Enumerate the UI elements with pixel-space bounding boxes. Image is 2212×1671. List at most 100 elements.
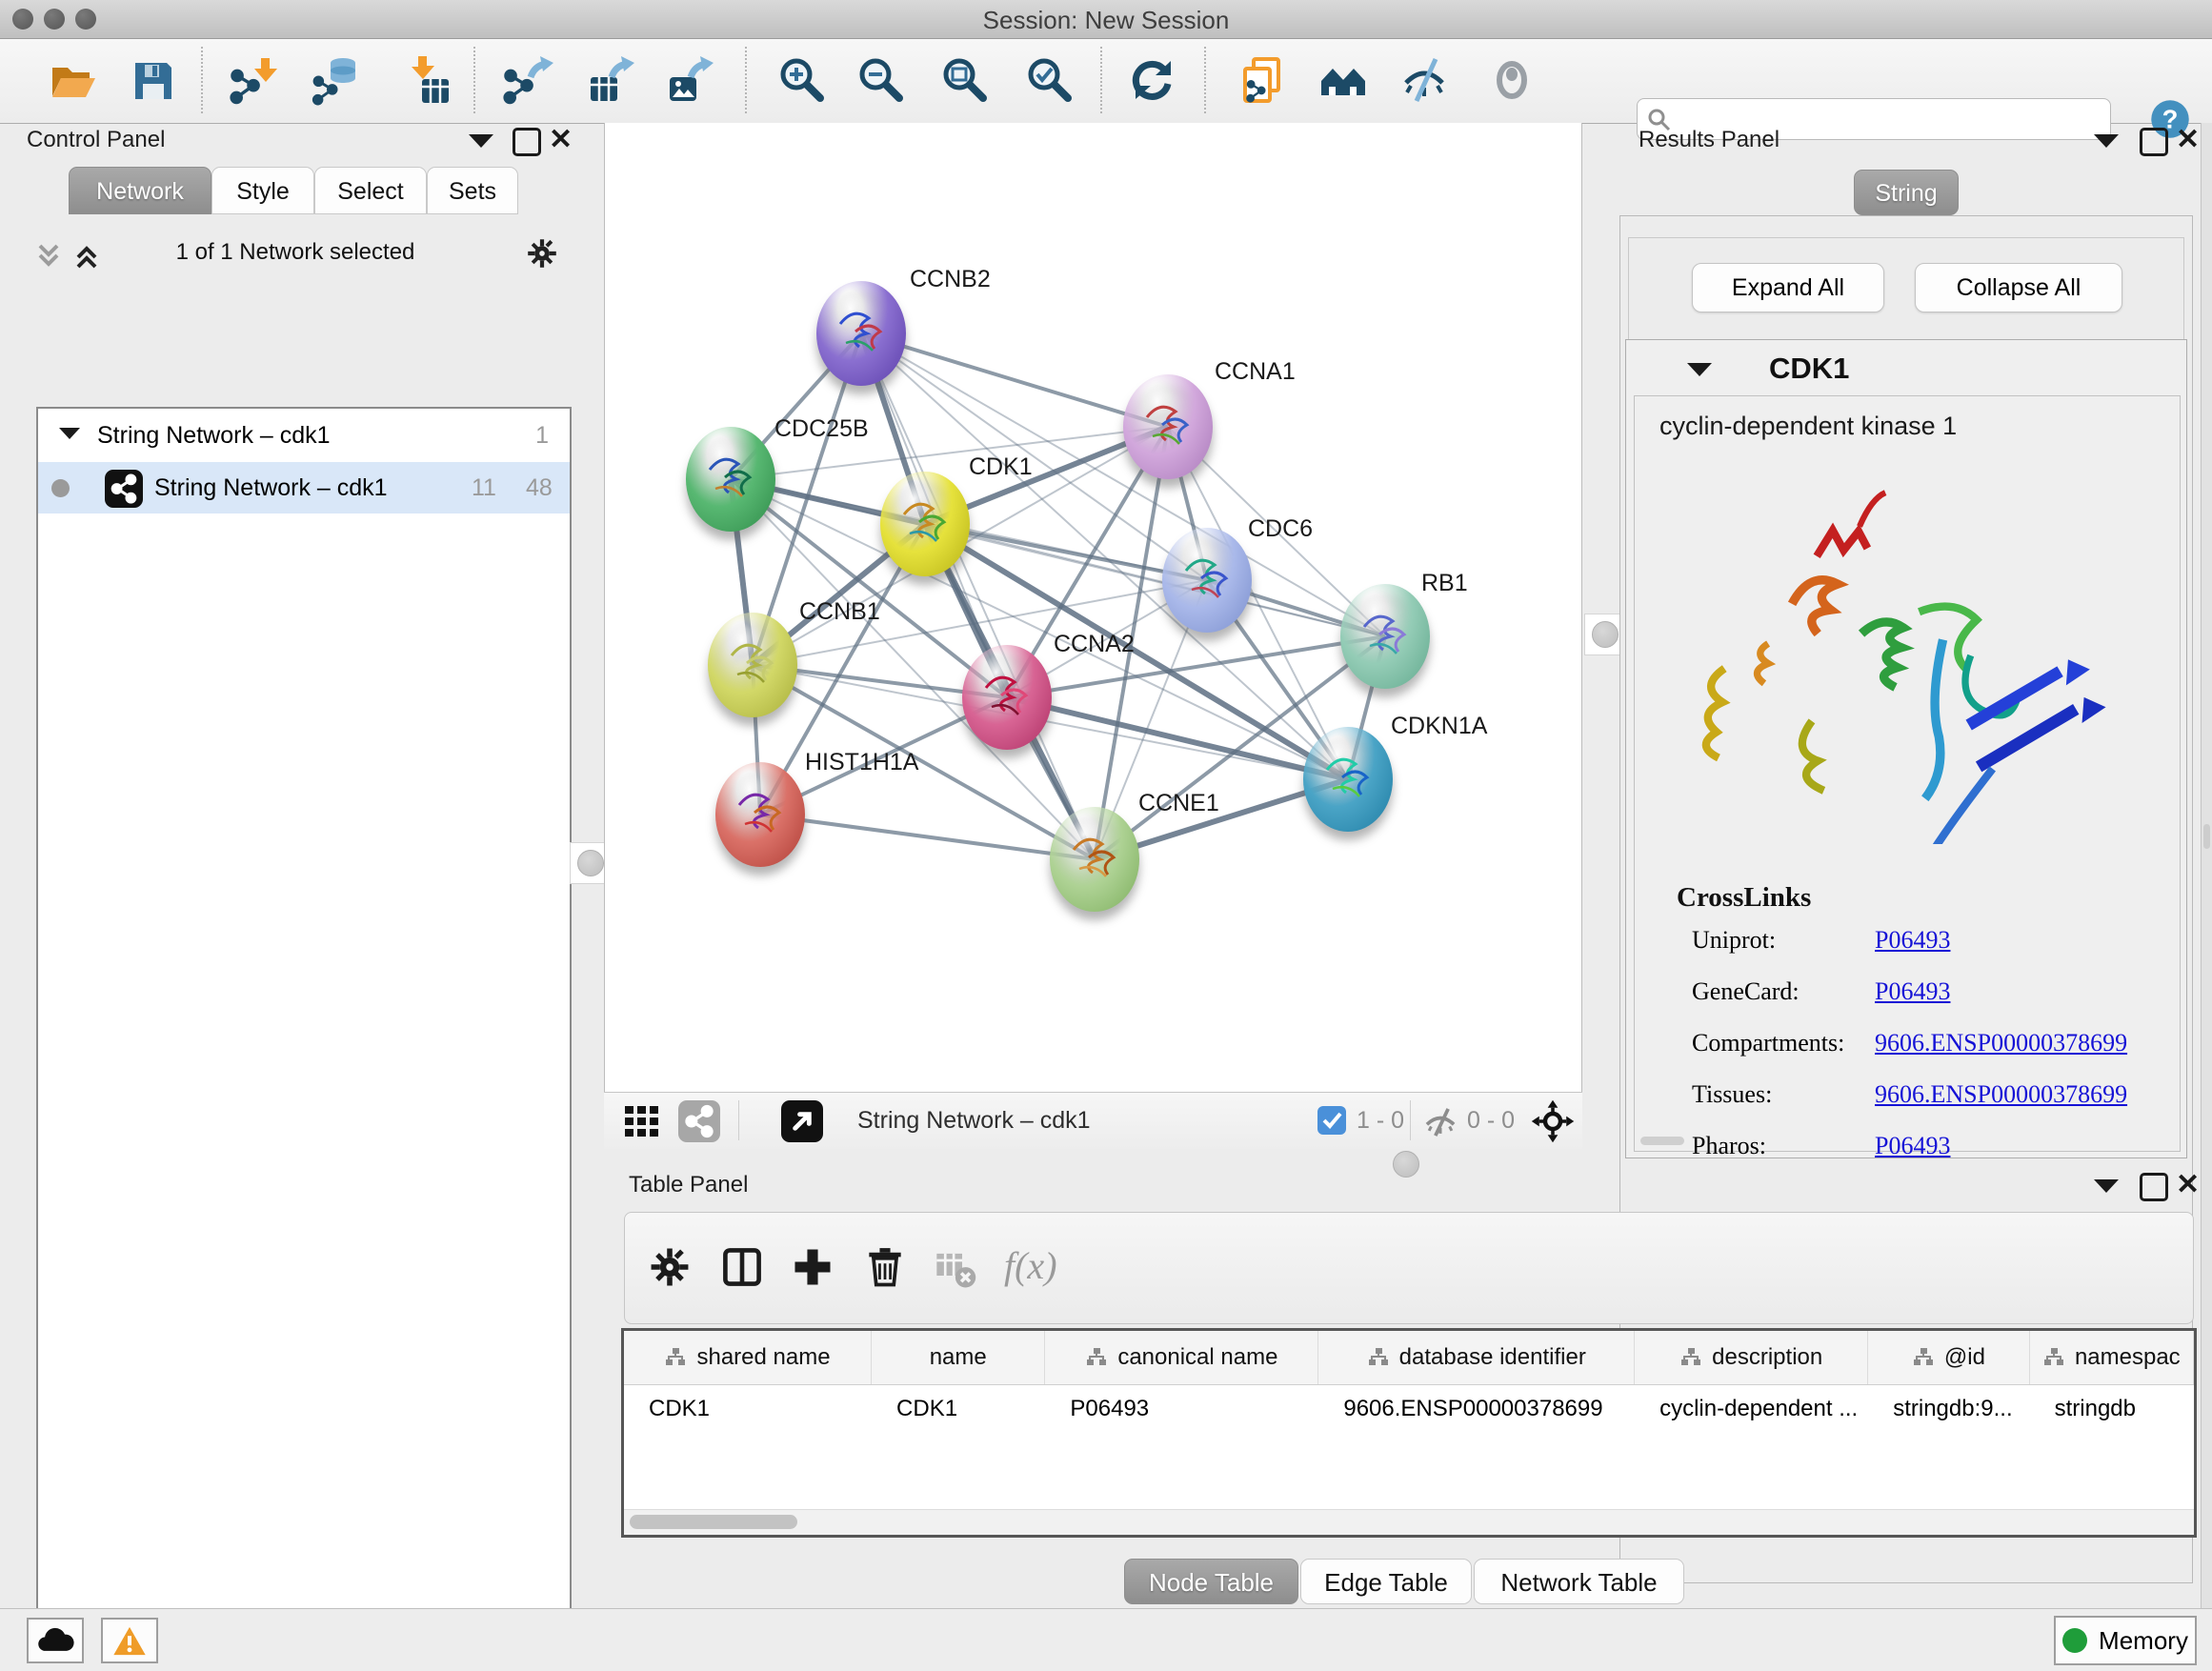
control-panel-float-icon[interactable] <box>513 128 541 156</box>
tree-expand-icon[interactable] <box>59 428 80 439</box>
column-header-database-identifier[interactable]: database identifier <box>1318 1331 1635 1384</box>
delete-table-icon[interactable] <box>932 1245 977 1296</box>
delete-column-trash-icon[interactable] <box>861 1243 909 1296</box>
zoom-selected-button[interactable] <box>1024 54 1077 108</box>
expand-all-button[interactable]: Expand All <box>1692 263 1884 312</box>
column-header-shared-name[interactable]: shared name <box>624 1331 872 1384</box>
copy-network-button[interactable] <box>1237 54 1290 108</box>
crosshair-icon[interactable] <box>1530 1098 1576 1149</box>
string-share-icon[interactable] <box>678 1100 720 1142</box>
network-options-gear-icon[interactable] <box>524 235 560 276</box>
import-table-icon <box>401 54 454 108</box>
column-header-@id[interactable]: @id <box>1868 1331 2029 1384</box>
protein-ribbon-thumbnail <box>1123 374 1213 479</box>
network-edge[interactable] <box>861 333 1168 427</box>
results-button-bar: Expand All Collapse All <box>1628 237 2184 340</box>
eye-gray-icon <box>1485 54 1538 108</box>
network-node-cdc6[interactable] <box>1162 528 1252 633</box>
card-scrollbar-thumb[interactable] <box>1640 1137 1684 1145</box>
add-column-plus-icon[interactable] <box>789 1243 836 1296</box>
cloud-button[interactable] <box>27 1618 84 1663</box>
open-session-button[interactable] <box>46 54 99 108</box>
edge-splitter-handle[interactable] <box>2203 824 2210 849</box>
network-collection-row[interactable]: String Network – cdk1 1 <box>38 411 570 462</box>
hide-selected-button[interactable] <box>1398 54 1452 108</box>
crosslink-row: Compartments: 9606.ENSP00000378699 <box>1635 1029 2180 1080</box>
crosslink-label: Tissues: <box>1692 1080 1772 1109</box>
export-table-button[interactable] <box>583 54 636 108</box>
table-panel-menu-icon[interactable] <box>2094 1179 2119 1193</box>
crosslink-value-link[interactable]: P06493 <box>1875 1132 1950 1160</box>
tab-network[interactable]: Network <box>69 167 211 214</box>
function-builder-button[interactable]: f(x) <box>1004 1243 1057 1288</box>
zoom-fit-button[interactable] <box>939 54 993 108</box>
tab-node-table[interactable]: Node Table <box>1124 1559 1298 1604</box>
eye-slash-icon <box>1398 54 1452 108</box>
zoom-in-button[interactable] <box>776 54 830 108</box>
table-panel-float-icon[interactable] <box>2140 1173 2168 1201</box>
warning-button[interactable] <box>101 1618 158 1663</box>
export-image-button[interactable] <box>662 54 715 108</box>
import-table-button[interactable] <box>401 54 454 108</box>
column-header-name[interactable]: name <box>872 1331 1045 1384</box>
network-node-hist1h1a[interactable] <box>715 762 805 867</box>
network-node-cdkn1a[interactable] <box>1303 727 1393 832</box>
results-panel-float-icon[interactable] <box>2140 128 2168 156</box>
collapse-all-tree-icon[interactable] <box>34 242 63 271</box>
open-in-new-icon[interactable] <box>781 1100 823 1142</box>
tab-select[interactable]: Select <box>314 167 427 214</box>
protein-collapse-icon[interactable] <box>1687 363 1712 376</box>
network-node-ccna2[interactable] <box>962 645 1052 750</box>
tab-string[interactable]: String <box>1854 170 1959 215</box>
tab-style[interactable]: Style <box>211 167 314 214</box>
crosslink-value-link[interactable]: P06493 <box>1875 926 1950 955</box>
network-row-selected[interactable]: String Network – cdk1 11 48 <box>38 462 570 513</box>
table-hscrollbar-thumb[interactable] <box>630 1515 797 1529</box>
protein-ribbon-thumbnail <box>1303 727 1393 832</box>
zoom-out-button[interactable] <box>855 54 909 108</box>
results-panel-menu-icon[interactable] <box>2094 134 2119 148</box>
export-network-button[interactable] <box>502 54 555 108</box>
network-node-rb1[interactable] <box>1340 584 1430 689</box>
tab-sets[interactable]: Sets <box>427 167 518 214</box>
collapse-all-button[interactable]: Collapse All <box>1915 263 2122 312</box>
import-network-file-button[interactable] <box>229 54 282 108</box>
network-collection-count: 1 <box>535 422 549 450</box>
show-columns-icon[interactable] <box>718 1243 766 1296</box>
birds-eye-grid-icon[interactable] <box>623 1102 661 1145</box>
column-header-canonical-name[interactable]: canonical name <box>1045 1331 1318 1384</box>
control-panel-close-icon[interactable]: ✕ <box>549 128 573 152</box>
crosslink-value-link[interactable]: 9606.ENSP00000378699 <box>1875 1080 2127 1109</box>
tab-edge-table[interactable]: Edge Table <box>1300 1559 1472 1604</box>
network-canvas[interactable]: CCNB2 CCNA1 CDC25B CDK1 CDC6 RB1 CCNB1 C… <box>604 123 1582 1092</box>
network-edge[interactable] <box>760 815 1095 859</box>
column-header-namespac[interactable]: namespac <box>2030 1331 2194 1384</box>
node-label-rb1: RB1 <box>1421 570 1468 597</box>
control-panel-menu-icon[interactable] <box>469 134 493 148</box>
first-neighbors-button[interactable] <box>1317 54 1370 108</box>
network-node-ccnb2[interactable] <box>816 281 906 386</box>
network-node-ccna1[interactable] <box>1123 374 1213 479</box>
results-panel-close-icon[interactable]: ✕ <box>2176 128 2200 152</box>
selected-checkbox-icon[interactable] <box>1317 1106 1346 1135</box>
network-node-cdc25b[interactable] <box>686 427 775 532</box>
network-edge[interactable] <box>861 333 1095 859</box>
crosslink-value-link[interactable]: 9606.ENSP00000378699 <box>1875 1029 2127 1057</box>
expand-all-tree-icon[interactable] <box>72 242 101 271</box>
show-all-button[interactable] <box>1485 54 1538 108</box>
table-cell: P06493 <box>1045 1384 1318 1434</box>
network-node-ccnb1[interactable] <box>708 613 797 717</box>
table-settings-gear-icon[interactable] <box>646 1243 694 1296</box>
import-network-database-button[interactable] <box>312 54 365 108</box>
network-node-ccne1[interactable] <box>1050 807 1139 912</box>
column-header-description[interactable]: description <box>1635 1331 1868 1384</box>
tab-network-table[interactable]: Network Table <box>1474 1559 1684 1604</box>
refresh-button[interactable] <box>1126 54 1179 108</box>
table-hscrollbar[interactable] <box>624 1509 2194 1535</box>
save-session-button[interactable] <box>127 54 180 108</box>
memory-button[interactable]: Memory <box>2054 1616 2197 1665</box>
crosslink-value-link[interactable]: P06493 <box>1875 977 1950 1006</box>
table-panel-close-icon[interactable]: ✕ <box>2176 1173 2200 1198</box>
table-row[interactable]: CDK1CDK1P064939606.ENSP00000378699cyclin… <box>624 1384 2194 1434</box>
network-node-cdk1[interactable] <box>880 472 970 576</box>
